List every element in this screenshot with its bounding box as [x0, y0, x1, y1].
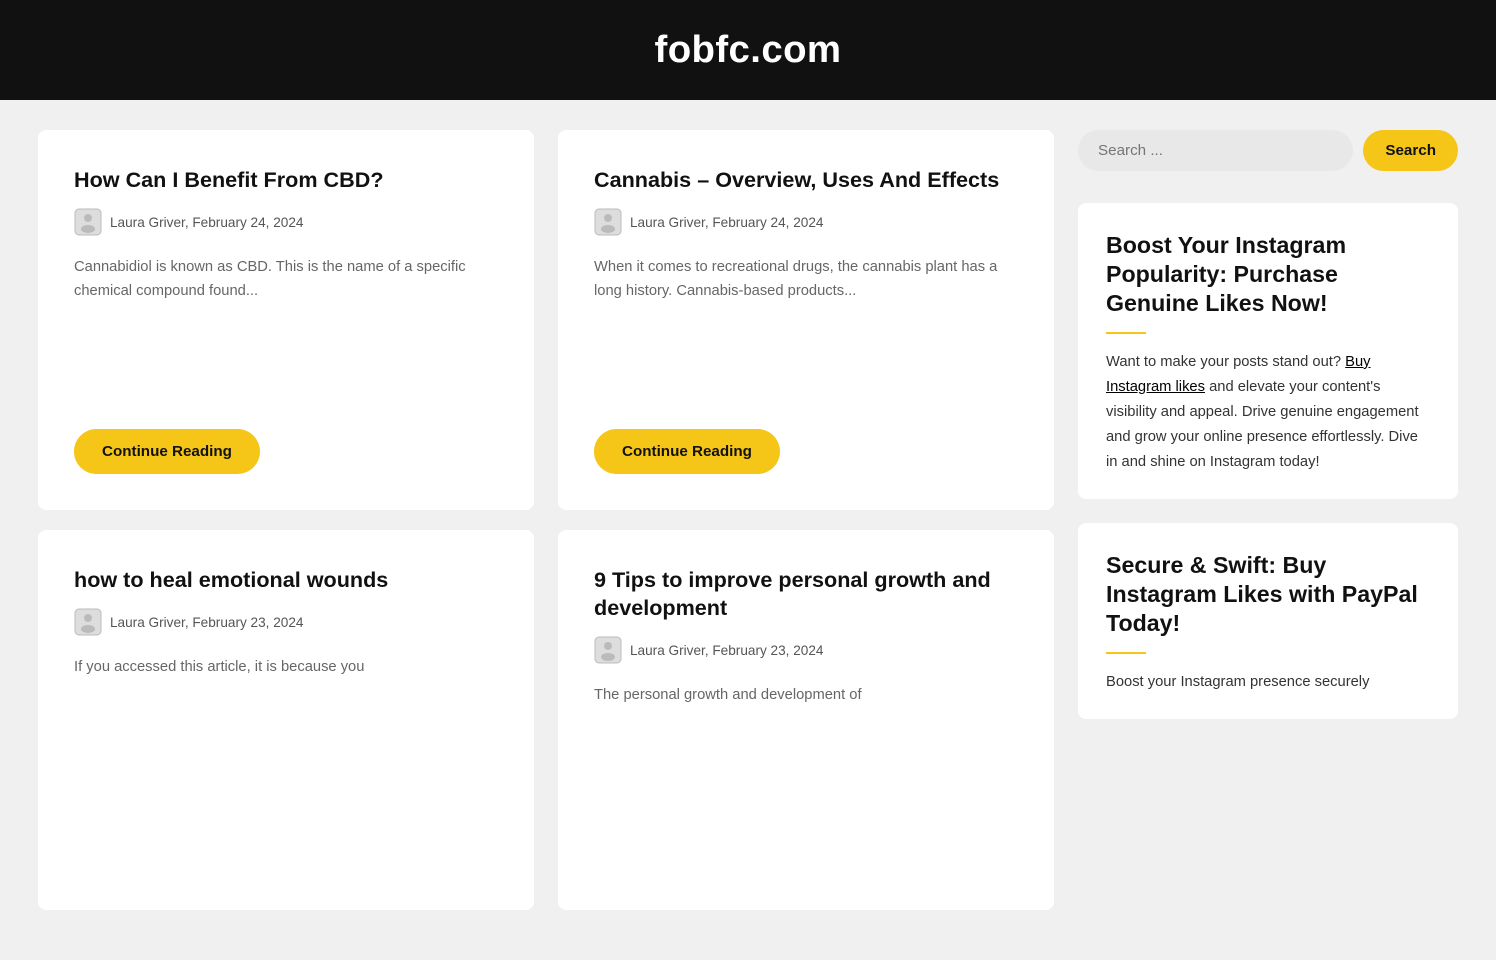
article-author-date-personal-growth: Laura Griver, February 23, 2024: [630, 643, 823, 658]
article-card-cbd: How Can I Benefit From CBD? Laura Griver…: [38, 130, 534, 510]
sidebar-section-instagram-likes: Boost Your Instagram Popularity: Purchas…: [1078, 203, 1458, 499]
author-avatar-icon-personal-growth: [594, 636, 622, 664]
article-title-cbd: How Can I Benefit From CBD?: [74, 166, 498, 194]
sidebar: Search Boost Your Instagram Popularity: …: [1078, 130, 1458, 930]
left-column: How Can I Benefit From CBD? Laura Griver…: [38, 130, 534, 930]
article-meta-cbd: Laura Griver, February 24, 2024: [74, 208, 498, 236]
author-avatar-icon-emotional: [74, 608, 102, 636]
article-author-date-cbd: Laura Griver, February 24, 2024: [110, 215, 303, 230]
article-card-emotional: how to heal emotional wounds Laura Grive…: [38, 530, 534, 910]
center-column: Cannabis – Overview, Uses And Effects La…: [558, 130, 1054, 930]
article-meta-personal-growth: Laura Griver, February 23, 2024: [594, 636, 1018, 664]
sidebar-divider-1: [1106, 332, 1146, 334]
article-excerpt-cannabis: When it comes to recreational drugs, the…: [594, 256, 1018, 397]
sidebar-text-instagram-likes: Want to make your posts stand out? Buy I…: [1106, 350, 1430, 475]
sidebar-section-title-paypal: Secure & Swift: Buy Instagram Likes with…: [1106, 551, 1430, 638]
sidebar-divider-2: [1106, 652, 1146, 654]
sidebar-section-paypal: Secure & Swift: Buy Instagram Likes with…: [1078, 523, 1458, 719]
article-excerpt-cbd: Cannabidiol is known as CBD. This is the…: [74, 256, 498, 397]
article-card-cannabis: Cannabis – Overview, Uses And Effects La…: [558, 130, 1054, 510]
sidebar-section-title-instagram-likes: Boost Your Instagram Popularity: Purchas…: [1106, 231, 1430, 318]
search-bar: Search: [1078, 130, 1458, 171]
article-title-emotional: how to heal emotional wounds: [74, 566, 498, 594]
continue-reading-button-cbd[interactable]: Continue Reading: [74, 429, 260, 474]
search-input[interactable]: [1078, 130, 1353, 171]
article-card-personal-growth: 9 Tips to improve personal growth and de…: [558, 530, 1054, 910]
article-title-cannabis: Cannabis – Overview, Uses And Effects: [594, 166, 1018, 194]
article-excerpt-emotional: If you accessed this article, it is beca…: [74, 656, 498, 874]
site-header: fobfc.com: [0, 0, 1496, 100]
article-meta-cannabis: Laura Griver, February 24, 2024: [594, 208, 1018, 236]
article-title-personal-growth: 9 Tips to improve personal growth and de…: [594, 566, 1018, 622]
sidebar-text-paypal: Boost your Instagram presence securely: [1106, 670, 1430, 695]
article-author-date-cannabis: Laura Griver, February 24, 2024: [630, 215, 823, 230]
article-meta-emotional: Laura Griver, February 23, 2024: [74, 608, 498, 636]
author-avatar-icon-cannabis: [594, 208, 622, 236]
article-excerpt-personal-growth: The personal growth and development of: [594, 684, 1018, 874]
site-title: fobfc.com: [0, 28, 1496, 72]
article-author-date-emotional: Laura Griver, February 23, 2024: [110, 615, 303, 630]
main-content: How Can I Benefit From CBD? Laura Griver…: [18, 100, 1478, 960]
continue-reading-button-cannabis[interactable]: Continue Reading: [594, 429, 780, 474]
search-button[interactable]: Search: [1363, 130, 1458, 171]
author-avatar-icon-cbd: [74, 208, 102, 236]
